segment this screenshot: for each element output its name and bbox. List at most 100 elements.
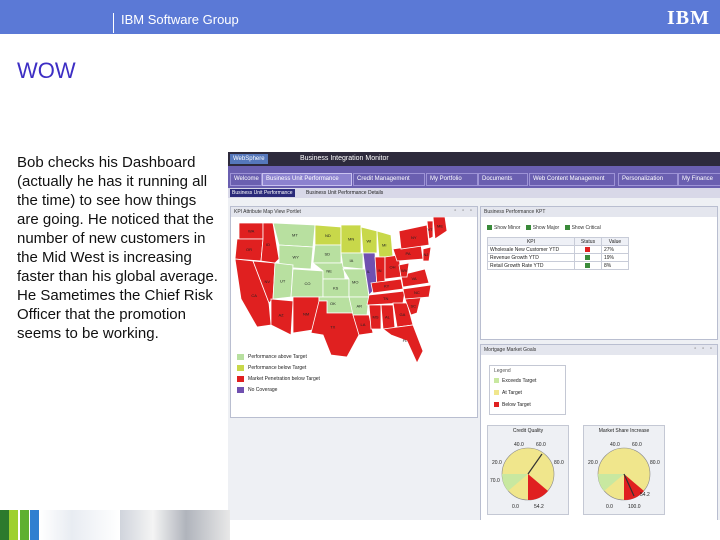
state-label-WV: WV <box>401 268 408 273</box>
status-icon <box>574 253 602 262</box>
tab-web-content-management[interactable]: Web Content Management <box>529 173 615 186</box>
state-label-NE: NE <box>326 269 332 274</box>
map-legend-3: No Coverage <box>237 386 277 394</box>
tab-documents[interactable]: Documents <box>478 173 528 186</box>
kpi-value: 27% <box>601 245 629 254</box>
legend-label-above: Performance above Target <box>248 354 307 360</box>
state-label-PA: PA <box>406 251 411 256</box>
state-label-AR: AR <box>357 304 363 309</box>
subtab-performance[interactable]: Business Unit Performance <box>230 189 295 197</box>
portlet-controls-icon[interactable]: ▫ ▫ ▫ <box>694 346 714 352</box>
col-value: Value <box>601 237 629 246</box>
tab-welcome[interactable]: Welcome <box>230 173 262 186</box>
slide-header: IBM Software Group IBM <box>0 0 720 34</box>
tab-my-finance[interactable]: My Finance <box>678 173 720 186</box>
legend-swatch-above <box>237 353 244 360</box>
legend-swatch-penetration <box>237 375 244 382</box>
market-goals-portlet: Mortgage Market Goals ▫ ▫ ▫ Legend Excee… <box>480 344 718 520</box>
tab-personalization[interactable]: Personalization <box>618 173 678 186</box>
tab-business-unit-performance[interactable]: Business Unit Performance <box>262 173 352 186</box>
svg-text:20.0: 20.0 <box>588 460 598 466</box>
slide-body-text: Bob checks his Dashboard (actually he ha… <box>17 154 218 342</box>
map-legend-1: Performance below Target <box>237 364 306 372</box>
state-label-NY: NY <box>411 235 417 240</box>
table-row[interactable]: Revenue Growth YTD 19% <box>487 253 629 262</box>
svg-text:20.0: 20.0 <box>492 460 502 466</box>
group-name: IBM Software Group <box>121 12 239 27</box>
legend-label-penetration: Market Penetration below Target <box>248 376 320 382</box>
svg-text:54.2: 54.2 <box>534 504 544 510</box>
status-icon <box>574 261 602 270</box>
state-label-FL: FL <box>403 338 408 343</box>
state-label-TN: TN <box>383 296 388 301</box>
portlet-controls-icon[interactable]: ▫ ▫ ▫ <box>454 208 474 214</box>
kpi-name: Revenue Growth YTD <box>487 253 575 262</box>
svg-text:70.0: 70.0 <box>490 478 500 484</box>
footer-fade <box>40 510 120 540</box>
state-label-MO: MO <box>352 280 358 285</box>
ibm-logo: IBM <box>667 7 710 29</box>
legend-below: Below Target <box>494 402 531 409</box>
kpi-value: 19% <box>601 253 629 262</box>
footer-block-green-light <box>9 510 18 540</box>
kpi-value: 8% <box>601 261 629 270</box>
filter-minor[interactable]: Show Minor <box>487 225 520 231</box>
tab-credit-management[interactable]: Credit Management <box>353 173 425 186</box>
kpi-filters: Show Minor Show Major Show Critical <box>487 225 605 231</box>
state-label-CO: CO <box>305 281 311 286</box>
kpi-table-header: KPI Status Value <box>487 237 629 246</box>
subtab-performance-details[interactable]: Business Unit Performance Details <box>304 189 385 197</box>
map-legend-0: Performance above Target <box>237 353 307 361</box>
col-kpi: KPI <box>487 237 575 246</box>
state-label-NM: NM <box>303 312 309 317</box>
state-label-WY: WY <box>293 255 300 260</box>
state-label-KS: KS <box>333 286 339 291</box>
kpi-table: KPI Status Value Wholesale New Customer … <box>487 237 629 270</box>
state-label-VA: VA <box>412 276 417 281</box>
slide-title: WOW <box>17 58 76 83</box>
state-label-GA: GA <box>400 312 406 317</box>
map-portlet: KPI Attribute Map View Portlet ▫ ▫ ▫ WA … <box>230 206 478 418</box>
state-label-AZ: AZ <box>279 313 285 318</box>
check-icon <box>487 225 492 231</box>
state-label-MN: MN <box>348 237 354 242</box>
col-status: Status <box>574 237 602 246</box>
gauge-market-share: Market Share Increase 40.0 60.0 20.0 80.… <box>583 425 665 515</box>
state-label-TX: TX <box>330 325 335 330</box>
portal-nav: Welcome Business Unit Performance Credit… <box>228 166 720 188</box>
state-label-NV: NV <box>265 279 271 284</box>
state-label-MT: MT <box>292 233 298 238</box>
legend-swatch-at <box>494 390 499 396</box>
dashboard-screenshot: WebSphere Business Integration Monitor W… <box>228 152 720 520</box>
filter-major[interactable]: Show Major <box>525 225 559 231</box>
map-legend-2: Market Penetration below Target <box>237 375 320 383</box>
table-row[interactable]: Retail Growth Rate YTD 8% <box>487 261 629 270</box>
gauge-dial: 40.0 60.0 20.0 80.0 0.0 100.0 54.2 <box>588 442 660 510</box>
sub-nav: Business Unit Performance Business Unit … <box>228 188 720 198</box>
state-label-OK: OK <box>330 301 336 306</box>
check-icon <box>564 225 570 231</box>
svg-text:100.0: 100.0 <box>628 504 641 510</box>
svg-text:60.0: 60.0 <box>536 442 546 448</box>
table-row[interactable]: Wholesale New Customer YTD 27% <box>487 245 629 254</box>
state-label-ID: ID <box>266 242 270 247</box>
footer-block-green <box>20 510 29 540</box>
svg-text:0.0: 0.0 <box>606 504 613 510</box>
state-label-OH: OH <box>390 265 396 270</box>
status-icon <box>574 245 602 254</box>
tab-my-portfolio[interactable]: My Portfolio <box>426 173 478 186</box>
market-portlet-title: Mortgage Market Goals <box>481 345 717 355</box>
state-label-LA: LA <box>361 322 366 327</box>
legend-swatch-exceeds <box>494 378 499 384</box>
svg-text:54.2: 54.2 <box>640 492 650 498</box>
svg-text:40.0: 40.0 <box>610 442 620 448</box>
svg-text:0.0: 0.0 <box>512 504 519 510</box>
legend-exceeds: Exceeds Target <box>494 378 536 385</box>
map-portlet-title: KPI Attribute Map View Portlet <box>231 207 477 217</box>
filter-critical[interactable]: Show Critical <box>564 225 601 231</box>
state-label-AL: AL <box>385 315 391 320</box>
header-divider <box>113 13 114 33</box>
legend-title: Legend <box>494 368 511 374</box>
state-label-NJ: NJ <box>424 252 429 257</box>
svg-text:40.0: 40.0 <box>514 442 524 448</box>
